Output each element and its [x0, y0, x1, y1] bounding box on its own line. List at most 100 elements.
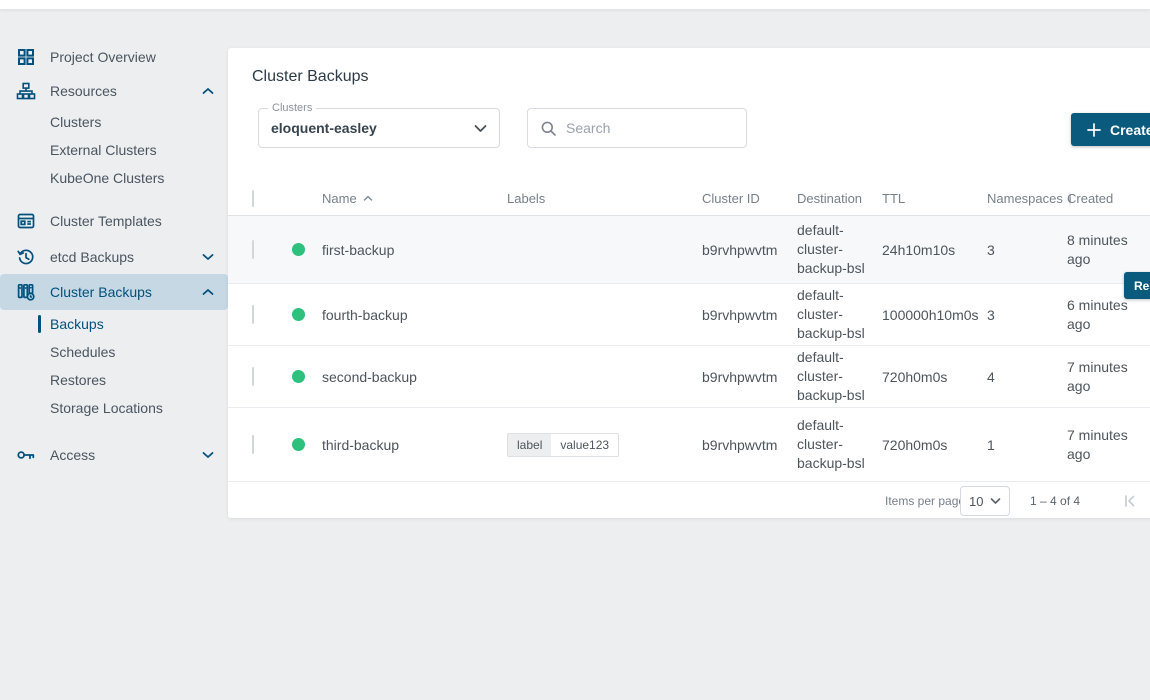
ttl: 720h0m0s — [882, 369, 987, 385]
history-icon — [16, 247, 38, 267]
column-header-cluster-id: Cluster ID — [702, 191, 797, 206]
key-icon — [16, 445, 38, 465]
status-healthy-icon — [292, 243, 305, 256]
items-per-page-label: Items per page: — [885, 494, 968, 508]
sidebar-item-cluster-backups[interactable]: Cluster Backups — [0, 274, 228, 310]
page-title: Cluster Backups — [252, 68, 369, 86]
table-row[interactable]: fourth-backup b9rvhpwvtm default-cluster… — [228, 284, 1150, 346]
created-time: 6 minutes ago — [1067, 296, 1129, 334]
sidebar-item-label: Schedules — [50, 344, 214, 360]
sidebar-item-restores[interactable]: Restores — [0, 366, 228, 394]
backups-table: Name Labels Cluster ID Destination TTL N… — [228, 190, 1150, 520]
backup-name: fourth-backup — [322, 307, 507, 323]
created-time: 7 minutes ago — [1067, 426, 1129, 464]
sidebar-item-external-clusters[interactable]: External Clusters — [0, 136, 228, 164]
table-row[interactable]: third-backup label value123 b9rvhpwvtm d… — [228, 408, 1150, 482]
create-button[interactable]: Create — [1071, 113, 1150, 146]
destination: default-cluster-backup-bsl — [797, 416, 882, 473]
sidebar-item-access[interactable]: Access — [0, 438, 228, 472]
row-checkbox[interactable] — [252, 435, 254, 454]
chevron-up-icon[interactable] — [202, 87, 214, 95]
status-healthy-icon — [292, 308, 305, 321]
search-icon — [540, 120, 557, 137]
ttl: 720h0m0s — [882, 437, 987, 453]
table-row[interactable]: first-backup b9rvhpwvtm default-cluster-… — [228, 216, 1150, 284]
status-healthy-icon — [292, 370, 305, 383]
restore-button[interactable]: Restore — [1124, 272, 1150, 299]
sidebar-item-cluster-templates[interactable]: Cluster Templates — [0, 204, 228, 238]
paginator: Items per page: 10 1 – 4 of 4 — [228, 482, 1150, 520]
page-size-value: 10 — [969, 494, 983, 509]
sidebar: Project Overview Resources Clusters Exte… — [0, 10, 228, 700]
label-chip-value: value123 — [551, 434, 618, 456]
search-field — [527, 108, 747, 148]
namespaces-count: 3 — [987, 307, 1067, 323]
ttl: 24h10m10s — [882, 242, 987, 258]
grid-icon — [16, 47, 38, 67]
column-header-ttl: TTL — [882, 191, 987, 206]
sidebar-item-resources[interactable]: Resources — [0, 74, 228, 108]
page-size-select[interactable]: 10 — [960, 486, 1010, 516]
column-header-labels: Labels — [507, 191, 702, 206]
sidebar-item-schedules[interactable]: Schedules — [0, 338, 228, 366]
sidebar-item-kubeone-clusters[interactable]: KubeOne Clusters — [0, 164, 228, 192]
row-checkbox[interactable] — [252, 305, 254, 324]
template-icon — [16, 211, 38, 231]
chevron-down-icon — [990, 497, 1001, 505]
sidebar-item-label: KubeOne Clusters — [50, 170, 214, 186]
sidebar-item-label: Clusters — [50, 114, 214, 130]
column-header-created: Created — [1067, 189, 1129, 208]
sidebar-item-label: Backups — [50, 316, 214, 332]
cluster-id: b9rvhpwvtm — [702, 437, 797, 453]
search-input[interactable] — [566, 120, 734, 136]
destination: default-cluster-backup-bsl — [797, 221, 882, 278]
backup-name: second-backup — [322, 369, 507, 385]
chevron-down-icon[interactable] — [202, 253, 214, 261]
label-chip-key: label — [508, 434, 551, 456]
column-header-namespaces: Namespaces — [987, 191, 1063, 206]
column-header-name[interactable]: Name — [322, 191, 357, 206]
row-checkbox[interactable] — [252, 240, 254, 259]
status-healthy-icon — [292, 438, 305, 451]
create-button-label: Create — [1110, 122, 1150, 138]
backup-name: first-backup — [322, 242, 507, 258]
table-header-row: Name Labels Cluster ID Destination TTL N… — [228, 190, 1150, 216]
page-range-label: 1 – 4 of 4 — [1030, 494, 1080, 508]
namespaces-count: 4 — [987, 369, 1067, 385]
column-header-destination: Destination — [797, 189, 882, 208]
archive-clock-icon — [16, 282, 38, 302]
plus-icon — [1087, 123, 1101, 137]
namespaces-count: 3 — [987, 242, 1067, 258]
chevron-down-icon[interactable] — [202, 451, 214, 459]
sidebar-item-label: etcd Backups — [50, 249, 202, 265]
sidebar-item-label: Cluster Backups — [50, 284, 202, 300]
sort-asc-icon[interactable] — [363, 195, 373, 202]
row-checkbox[interactable] — [252, 367, 254, 386]
cluster-id: b9rvhpwvtm — [702, 369, 797, 385]
backup-name: third-backup — [322, 437, 507, 453]
chevron-up-icon[interactable] — [202, 288, 214, 296]
selected-indicator — [38, 315, 41, 333]
sidebar-item-clusters[interactable]: Clusters — [0, 108, 228, 136]
sidebar-item-label: Storage Locations — [50, 400, 214, 416]
sidebar-item-project-overview[interactable]: Project Overview — [0, 40, 228, 74]
sidebar-item-etcd-backups[interactable]: etcd Backups — [0, 240, 228, 274]
created-time: 7 minutes ago — [1067, 358, 1129, 396]
namespaces-count: 1 — [987, 437, 1067, 453]
select-all-checkbox[interactable] — [252, 190, 254, 207]
ttl: 100000h10m0s — [882, 307, 987, 323]
sidebar-item-label: Restores — [50, 372, 214, 388]
destination: default-cluster-backup-bsl — [797, 286, 882, 343]
sitemap-icon — [16, 81, 38, 101]
top-toolbar — [0, 0, 1150, 10]
chevron-down-icon — [474, 124, 487, 133]
clusters-select[interactable]: Clusters eloquent-easley — [258, 108, 500, 148]
sidebar-item-label: Project Overview — [50, 49, 214, 65]
cluster-id: b9rvhpwvtm — [702, 242, 797, 258]
sidebar-item-storage-locations[interactable]: Storage Locations — [0, 394, 228, 422]
first-page-icon[interactable] — [1121, 492, 1139, 510]
table-row[interactable]: second-backup b9rvhpwvtm default-cluster… — [228, 346, 1150, 408]
sidebar-item-backups[interactable]: Backups — [0, 310, 228, 338]
sidebar-item-label: Access — [50, 447, 202, 463]
cluster-backups-card: Cluster Backups Clusters eloquent-easley… — [228, 48, 1150, 518]
